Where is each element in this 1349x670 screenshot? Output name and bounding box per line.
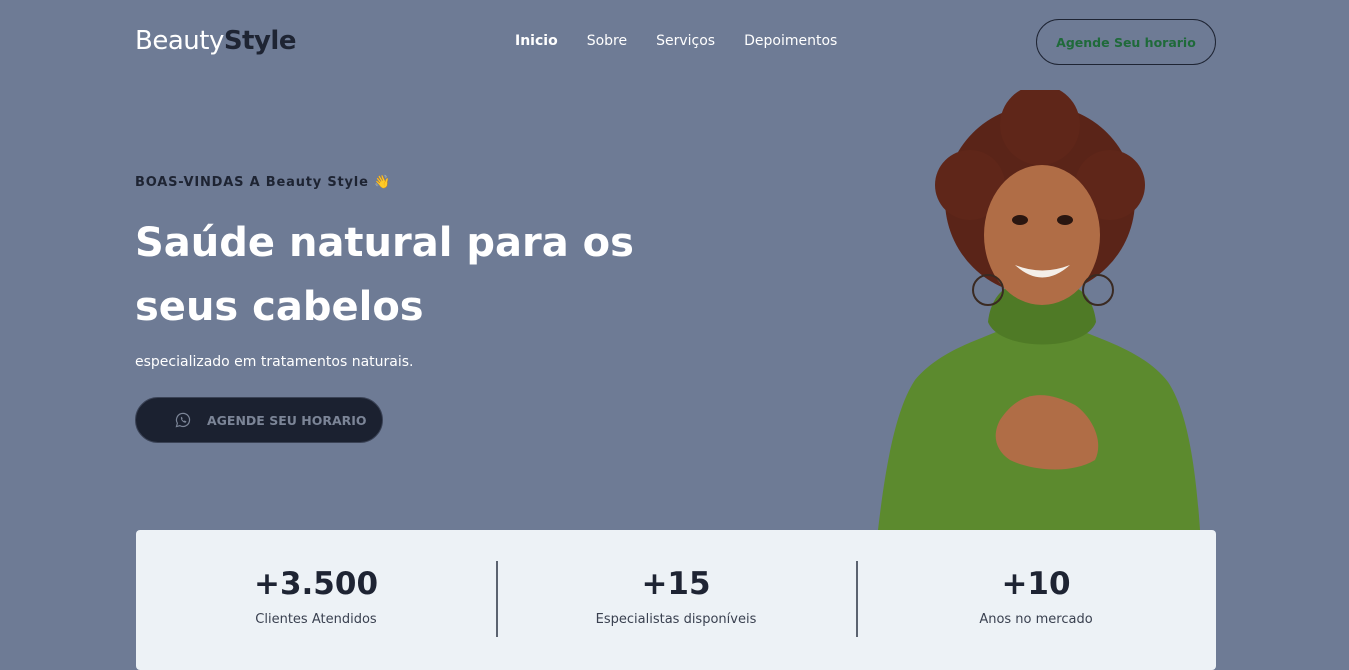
nav-link-depoimentos[interactable]: Depoimentos	[744, 33, 837, 49]
whatsapp-icon	[175, 412, 191, 428]
stats-panel: +3.500 Clientes Atendidos +15 Especialis…	[136, 530, 1216, 670]
stat-years: +10 Anos no mercado	[856, 530, 1216, 670]
hero-schedule-button[interactable]: AGENDE SEU HORARIO	[135, 397, 383, 443]
hero-woman-image	[878, 90, 1200, 530]
logo-bold-text: Style	[223, 26, 297, 56]
logo[interactable]: BeautyStyle	[135, 26, 296, 56]
stat-value: +10	[1001, 566, 1071, 602]
nav-link-servicos[interactable]: Serviços	[656, 33, 715, 49]
stat-value: +3.500	[253, 566, 379, 602]
stat-label: Clientes Atendidos	[255, 612, 377, 627]
nav-link-inicio[interactable]: Inicio	[515, 33, 558, 49]
stat-specialists: +15 Especialistas disponíveis	[496, 530, 856, 670]
stat-label: Anos no mercado	[979, 612, 1093, 627]
stat-label: Especialistas disponíveis	[595, 612, 757, 627]
nav-link-sobre[interactable]: Sobre	[587, 33, 627, 49]
hero-eyebrow: BOAS-VINDAS A Beauty Style 👋	[135, 175, 391, 190]
hero-title: Saúde natural para os seus cabelos	[135, 220, 634, 330]
hero-subtitle: especializado em tratamentos naturais.	[135, 354, 414, 370]
logo-light-text: Beauty	[135, 26, 224, 56]
stat-value: +15	[641, 566, 711, 602]
main-nav: Inicio Sobre Serviços Depoimentos	[515, 33, 866, 49]
stat-clients: +3.500 Clientes Atendidos	[136, 530, 496, 670]
hero-button-label: AGENDE SEU HORARIO	[207, 412, 367, 428]
header-schedule-button[interactable]: Agende Seu horario	[1036, 19, 1216, 65]
